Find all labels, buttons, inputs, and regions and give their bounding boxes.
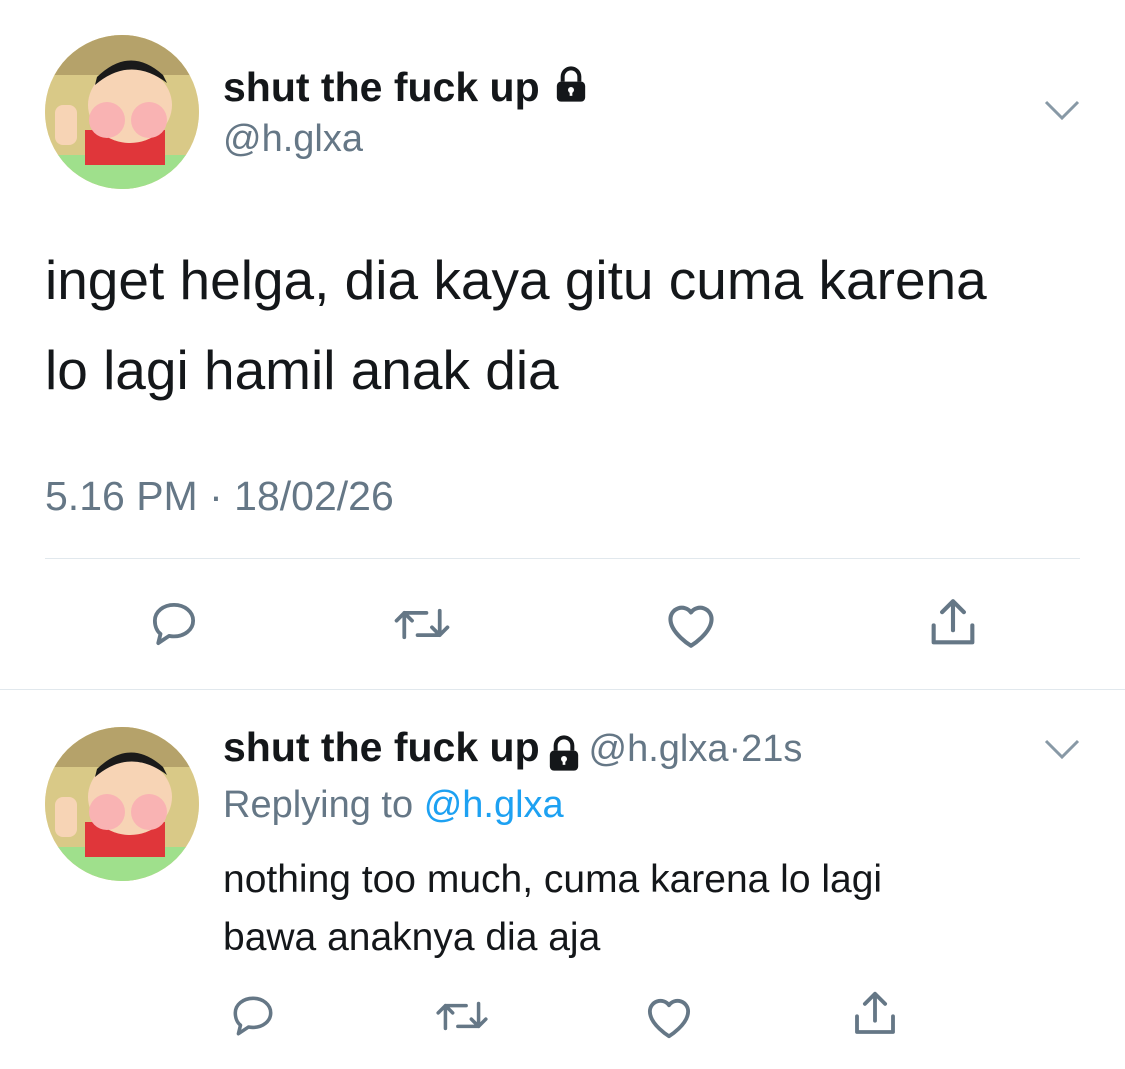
like-icon[interactable] (640, 988, 698, 1044)
share-icon[interactable] (922, 592, 984, 654)
retweet-icon[interactable] (390, 595, 454, 653)
tweet-text-line: inget helga, dia kaya gitu cuma karena (45, 249, 987, 311)
reply-icon[interactable] (225, 988, 281, 1044)
share-icon[interactable] (846, 985, 904, 1043)
avatar[interactable] (45, 35, 199, 189)
tweet-text: inget helga, dia kaya gitu cuma karena l… (45, 235, 1105, 415)
like-icon[interactable] (660, 595, 722, 653)
replying-to: Replying to @h.glxa (223, 784, 564, 826)
tweet-text-line: lo lagi hamil anak dia (45, 339, 559, 401)
author-name[interactable]: shut the fuck up (223, 64, 591, 115)
tweet-timestamp[interactable]: 5.16 PM · 18/02/26 (45, 473, 394, 520)
divider (0, 689, 1125, 690)
lock-icon (544, 734, 584, 779)
chevron-down-icon[interactable] (1042, 96, 1082, 129)
author-name[interactable]: shut the fuck up (223, 724, 540, 770)
reply-text: nothing too much, cuma karena lo lagi ba… (223, 851, 1083, 967)
chevron-down-icon[interactable] (1042, 735, 1082, 768)
author-handle[interactable]: @h.glxa (223, 118, 363, 161)
reply-header: shut the fuck up @h.glxa·21s (223, 724, 802, 779)
mention-link[interactable]: @h.glxa (424, 784, 564, 826)
reply-age[interactable]: 21s (741, 728, 802, 770)
retweet-icon[interactable] (432, 988, 492, 1044)
avatar[interactable] (45, 727, 199, 881)
reply-text-line: bawa anaknya dia aja (223, 916, 601, 959)
lock-icon (551, 65, 591, 115)
separator: · (728, 728, 742, 770)
author-handle[interactable]: @h.glxa (589, 728, 729, 770)
reply-text-line: nothing too much, cuma karena lo lagi (223, 858, 883, 901)
divider (45, 558, 1080, 559)
reply-icon[interactable] (145, 595, 203, 653)
